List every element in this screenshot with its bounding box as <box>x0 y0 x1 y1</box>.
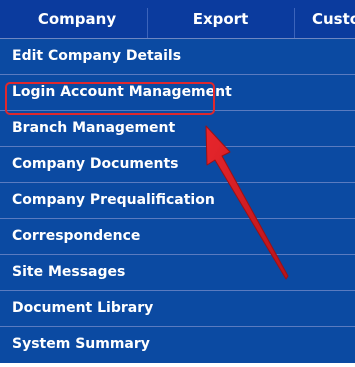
menu-item-label: Company Prequalification <box>12 192 215 208</box>
company-dropdown-menu: Edit Company Details Login Account Manag… <box>0 39 355 363</box>
menu-item-label: Company Documents <box>12 156 179 172</box>
menu-item-document-library[interactable]: Document Library <box>0 291 355 327</box>
menu-item-site-messages[interactable]: Site Messages <box>0 255 355 291</box>
menu-item-company-prequalification[interactable]: Company Prequalification <box>0 183 355 219</box>
menu-item-label: Login Account Management <box>12 84 232 100</box>
tab-export[interactable]: Export <box>148 0 293 38</box>
menu-item-system-summary[interactable]: System Summary <box>0 327 355 363</box>
menu-item-label: Site Messages <box>12 264 126 280</box>
menu-item-label: Correspondence <box>12 228 141 244</box>
menu-item-label: System Summary <box>12 336 150 352</box>
menu-item-label: Branch Management <box>12 120 176 136</box>
menu-item-company-documents[interactable]: Company Documents <box>0 147 355 183</box>
menu-item-branch-management[interactable]: Branch Management <box>0 111 355 147</box>
menu-item-label: Edit Company Details <box>12 48 182 64</box>
tab-divider <box>294 8 295 38</box>
tab-customers[interactable]: Custo <box>312 0 355 38</box>
top-menu-bar: Company Export Custo <box>0 0 355 39</box>
menu-item-correspondence[interactable]: Correspondence <box>0 219 355 255</box>
menu-item-edit-company-details[interactable]: Edit Company Details <box>0 39 355 75</box>
menu-item-label: Document Library <box>12 300 154 316</box>
screenshot-stage: Company Export Custo Edit Company Detail… <box>0 0 355 367</box>
menu-item-login-account-management[interactable]: Login Account Management <box>0 75 355 111</box>
tab-company[interactable]: Company <box>8 0 146 38</box>
